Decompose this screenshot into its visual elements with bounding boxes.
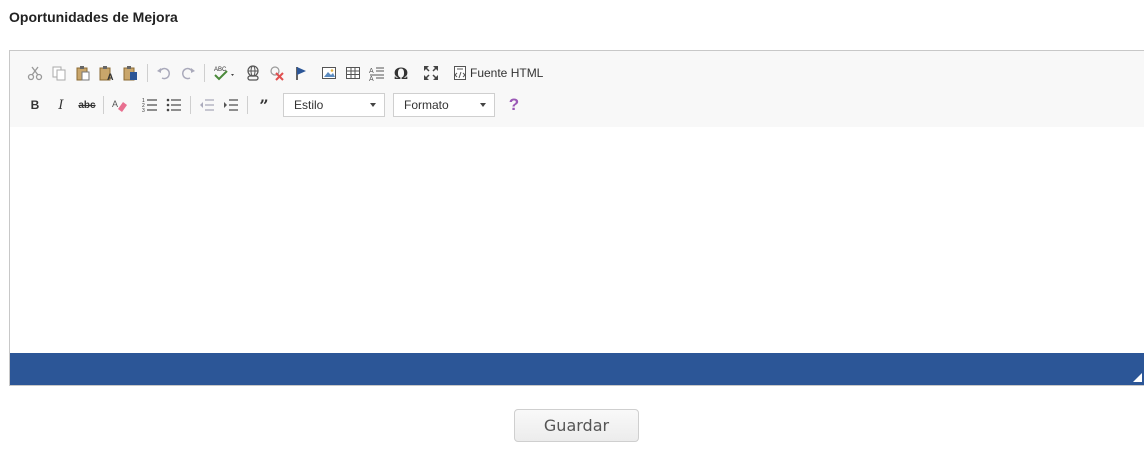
toolbar-separator xyxy=(204,64,205,82)
save-button[interactable]: Guardar xyxy=(514,409,639,442)
svg-text:3: 3 xyxy=(142,108,145,113)
editor-status-bar xyxy=(10,353,1144,385)
bold-icon[interactable]: B xyxy=(24,94,46,116)
italic-icon[interactable]: I xyxy=(50,94,72,116)
toolbar-separator xyxy=(190,96,191,114)
editor-content-area[interactable] xyxy=(10,127,1144,355)
paste-word-icon[interactable] xyxy=(120,62,142,84)
editor-toolbar: A ABC A A Ω Fuente HTML B I abc A 1 2 3 … xyxy=(10,51,1144,128)
source-html-label: Fuente HTML xyxy=(470,66,544,80)
toolbar-separator xyxy=(103,96,104,114)
unlink-icon[interactable] xyxy=(266,62,288,84)
source-html-button[interactable]: Fuente HTML xyxy=(452,65,543,81)
source-code-icon xyxy=(454,66,466,80)
maximize-icon[interactable] xyxy=(420,62,442,84)
toolbar-separator xyxy=(147,64,148,82)
format-combo[interactable]: Formato xyxy=(393,93,495,117)
undo-icon[interactable] xyxy=(153,62,175,84)
bulleted-list-icon[interactable] xyxy=(163,94,185,116)
table-icon[interactable] xyxy=(342,62,364,84)
cut-icon[interactable] xyxy=(24,62,46,84)
format-combo-label: Formato xyxy=(404,98,449,112)
style-combo[interactable]: Estilo xyxy=(283,93,385,117)
strikethrough-icon[interactable]: abc xyxy=(76,94,98,116)
numbered-list-icon[interactable]: 123 xyxy=(139,94,161,116)
horizontal-rule-icon[interactable]: AA xyxy=(366,62,388,84)
svg-text:A: A xyxy=(107,72,114,81)
svg-text:A: A xyxy=(112,99,118,109)
chevron-down-icon xyxy=(370,103,376,107)
copy-icon[interactable] xyxy=(48,62,70,84)
svg-text:A: A xyxy=(369,76,374,81)
chevron-down-icon xyxy=(480,103,486,107)
svg-text:A: A xyxy=(369,68,374,75)
blockquote-icon[interactable]: ” xyxy=(253,94,275,116)
style-combo-label: Estilo xyxy=(294,98,324,112)
paste-text-icon[interactable]: A xyxy=(96,62,118,84)
spellcheck-icon[interactable]: ABC xyxy=(210,62,240,84)
remove-format-icon[interactable]: A xyxy=(109,94,131,116)
image-icon[interactable] xyxy=(318,62,340,84)
rich-text-editor: A ABC A A Ω Fuente HTML B I abc A 1 2 3 … xyxy=(9,50,1144,386)
link-icon[interactable] xyxy=(242,62,264,84)
help-icon[interactable]: ? xyxy=(503,94,525,116)
toolbar-row-2: B I abc A 123 ” Estilo Formato ? xyxy=(24,93,527,117)
outdent-icon[interactable] xyxy=(196,94,218,116)
section-title: Oportunidades de Mejora xyxy=(9,9,178,25)
indent-icon[interactable] xyxy=(220,94,242,116)
redo-icon[interactable] xyxy=(177,62,199,84)
resize-handle-icon[interactable] xyxy=(1133,373,1142,382)
anchor-flag-icon[interactable] xyxy=(290,62,312,84)
toolbar-row-1: A ABC A A Ω Fuente HTML xyxy=(24,61,543,85)
special-char-icon[interactable]: Ω xyxy=(390,62,412,84)
toolbar-separator xyxy=(247,96,248,114)
paste-icon[interactable] xyxy=(72,62,94,84)
